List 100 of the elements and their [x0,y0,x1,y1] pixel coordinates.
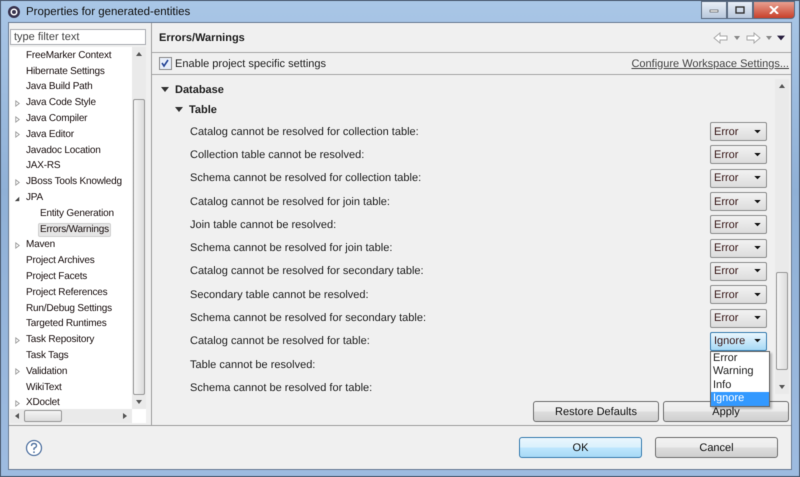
tree-item[interactable]: JPA [24,191,45,206]
setting-label: Catalog cannot be resolved for table: [190,335,370,348]
caret-icon [754,176,761,180]
restore-defaults-button[interactable]: Restore Defaults [533,401,659,422]
vertical-scrollbar[interactable] [775,79,789,394]
severity-dropdown[interactable]: Error [710,215,767,234]
dropdown-icon[interactable] [733,34,741,40]
tree-item[interactable]: Java Code Style [24,96,98,110]
vertical-scrollbar[interactable] [132,47,146,409]
setting-label: Collection table cannot be resolved: [190,148,364,161]
expand-arrow-icon[interactable] [14,178,21,186]
severity-dropdown[interactable]: Error [710,285,767,304]
severity-dropdown[interactable]: Error [710,145,767,164]
dropdown-option[interactable]: Warning [711,365,769,379]
window-title: Properties for generated-entities [26,6,190,18]
caret-icon [754,246,761,250]
tree-item[interactable]: Validation [24,364,70,379]
close-icon [769,6,779,14]
collapse-arrow-icon[interactable] [161,87,169,93]
caret-icon [754,339,761,344]
dropdown-option[interactable]: Info [711,378,769,392]
dialog-button[interactable]: OK [519,437,642,458]
checkbox[interactable] [159,57,172,70]
tree-item[interactable]: Task Repository [24,333,96,348]
setting-label: Table cannot be resolved: [190,358,316,371]
tree-item[interactable]: Task Tags [24,349,70,364]
tree-item[interactable]: Java Compiler [24,112,90,126]
severity-dropdown[interactable]: Error [710,168,767,188]
severity-dropdown[interactable]: Ignore [710,332,767,351]
tree-item[interactable]: Maven [24,238,58,252]
severity-dropdown[interactable]: Error [710,192,767,212]
app-icon [7,4,21,18]
tree-item[interactable]: WikiText [24,380,64,395]
tree-item[interactable]: Run/Debug Settings [24,302,114,316]
workspace-settings-link[interactable]: Configure Workspace Settings... [631,58,789,70]
scroll-arrow-icon[interactable] [778,383,786,391]
caret-icon [754,130,761,134]
expand-arrow-icon[interactable] [14,242,21,249]
setting-label: Catalog cannot be resolved for secondary table: [190,265,424,278]
expand-arrow-icon[interactable] [14,131,21,138]
expand-arrow-icon[interactable] [14,368,21,376]
tree-item[interactable]: Project References [24,286,110,300]
help-icon[interactable] [25,438,43,456]
tree-item[interactable]: FreeMarker Context [24,48,114,63]
collapse-arrow-icon[interactable] [175,107,183,113]
checkbox-label: Enable project specific settings [175,58,326,70]
forward-arrow-icon[interactable] [745,32,761,44]
section-header[interactable]: Table [189,104,217,116]
setting-label: Schema cannot be resolved for secondary table: [190,312,426,324]
close-button[interactable] [753,1,795,19]
dropdown-icon[interactable] [765,34,773,40]
caret-icon [754,152,761,157]
minimize-icon [709,7,719,13]
severity-dropdown[interactable]: Error [710,122,767,142]
setting-label: Join table cannot be resolved: [190,218,336,231]
tree-item[interactable]: JAX-RS [24,159,62,174]
caret-icon [754,200,761,204]
tree-item[interactable]: Targeted Runtimes [24,317,109,332]
expand-arrow-icon[interactable] [14,400,21,407]
caret-icon [754,316,761,320]
maximize-icon [735,6,745,14]
setting-label: Secondary table cannot be resolved: [190,288,369,301]
dropdown-option[interactable]: Error [711,352,769,366]
tree-item[interactable]: Project Archives [24,254,96,268]
setting-label: Catalog cannot be resolved for collection table: [190,126,419,138]
tree-item[interactable]: Javadoc Location [24,144,103,158]
back-arrow-icon[interactable] [713,32,729,44]
page-title: Errors/Warnings [159,32,245,44]
expand-arrow-icon[interactable] [14,100,21,107]
tree-item[interactable]: Errors/Warnings [38,222,111,237]
scroll-arrow-icon[interactable] [135,50,143,58]
setting-label: Schema cannot be resolved for join table: [190,242,392,254]
scroll-arrow-icon[interactable] [778,82,786,90]
expand-arrow-icon[interactable] [14,336,21,344]
severity-dropdown[interactable]: Error [710,308,767,328]
tree-item[interactable]: Project Facets [24,270,90,284]
collapse-arrow-icon[interactable] [14,194,21,202]
severity-dropdown[interactable]: Error [710,238,767,258]
caret-icon [754,269,761,274]
view-menu-icon[interactable] [777,34,785,40]
minimize-button[interactable] [701,1,727,19]
horizontal-scrollbar[interactable] [10,409,132,423]
severity-dropdown[interactable]: Error [710,262,767,281]
expand-arrow-icon[interactable] [14,116,21,123]
scroll-arrow-icon[interactable] [13,412,21,420]
tree-item[interactable]: Hibernate Settings [24,64,107,79]
tree-item[interactable]: Entity Generation [38,206,116,221]
setting-label: Schema cannot be resolved for table: [190,382,372,394]
dialog-button[interactable]: Cancel [655,437,778,458]
maximize-button[interactable] [727,1,753,19]
tree-item[interactable]: Java Editor [24,128,76,142]
setting-label: Schema cannot be resolved for collection table: [190,172,422,184]
caret-icon [754,222,761,227]
tree-item[interactable]: Java Build Path [24,80,94,94]
setting-label: Catalog cannot be resolved for join table: [190,196,390,208]
section-header[interactable]: Database [175,84,224,96]
caret-icon [754,292,761,297]
tree-item[interactable]: XDoclet [24,396,62,410]
filter-field[interactable]: type filter text [10,29,146,45]
tree-item[interactable]: JBoss Tools Knowledg [24,175,124,190]
